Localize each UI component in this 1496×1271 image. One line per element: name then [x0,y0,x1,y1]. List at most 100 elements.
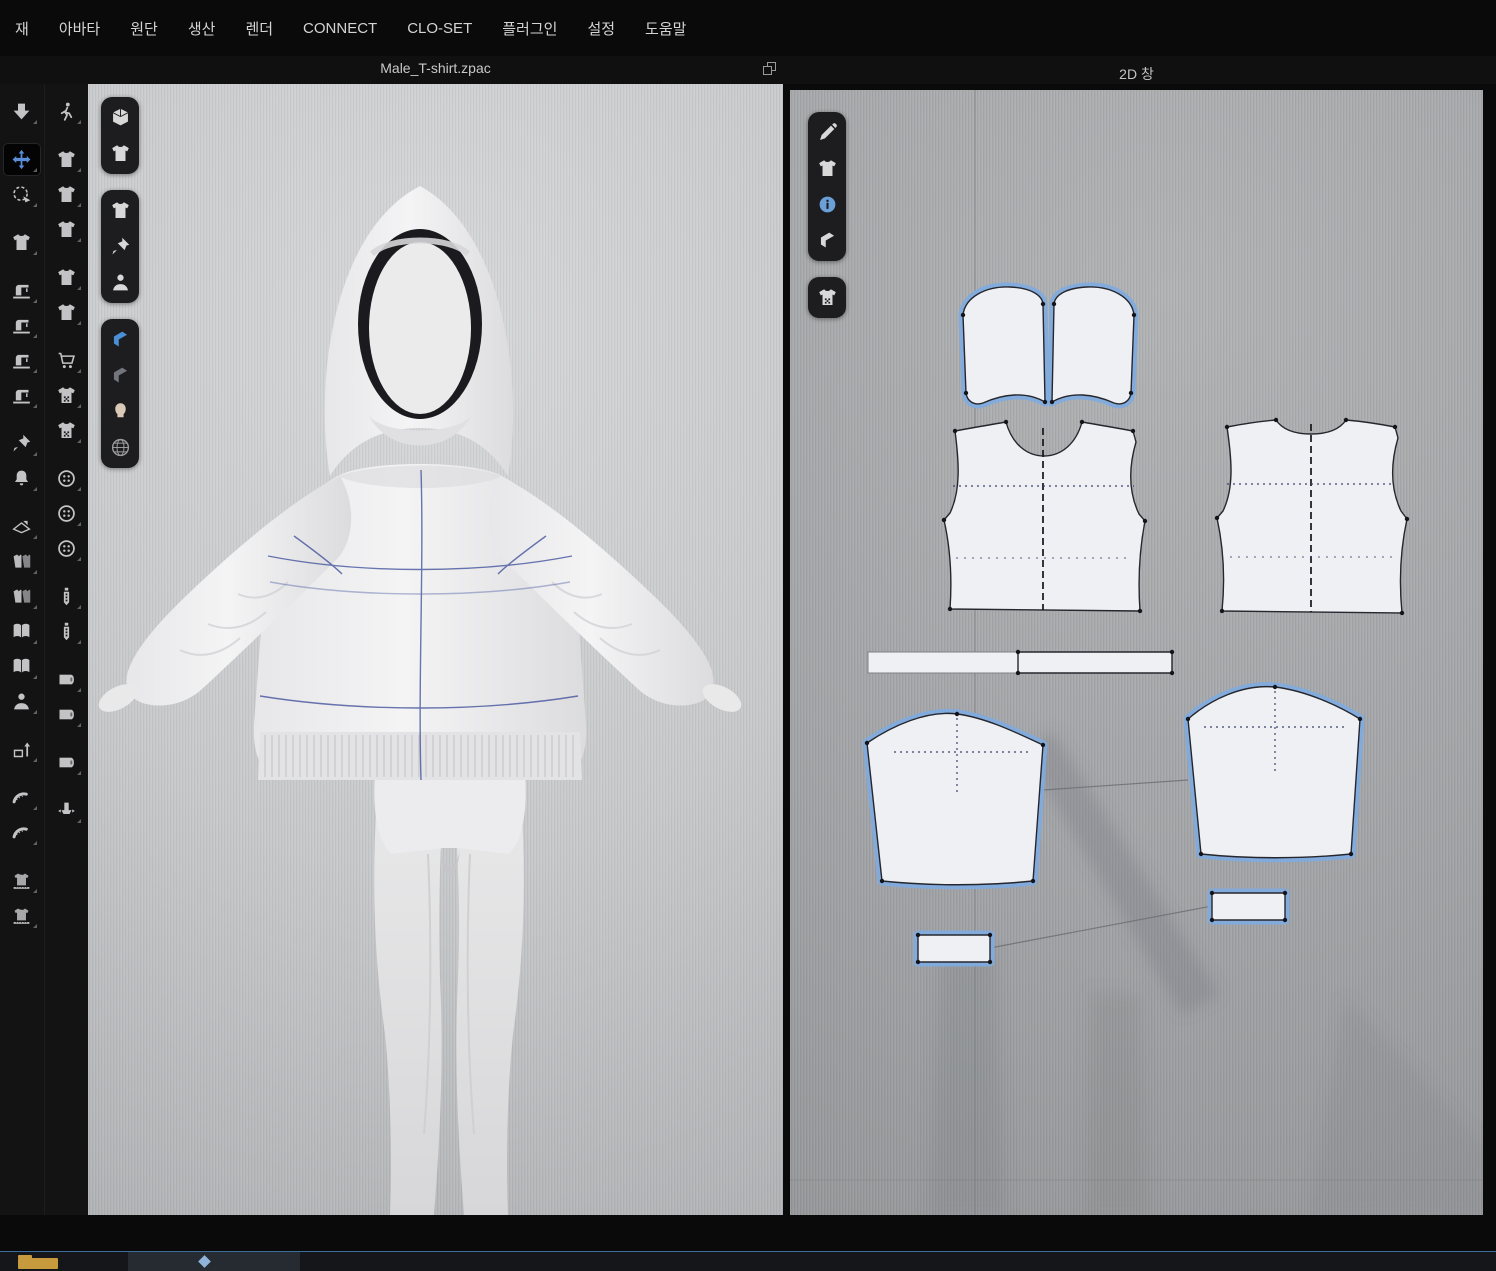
menu-item-production[interactable]: 생산 [173,18,231,39]
tool-segment-sewing[interactable] [4,310,40,341]
show-pattern-shirt[interactable] [813,156,841,181]
clo-logo-icon [198,1255,211,1268]
menu-item-partial[interactable]: 재 [0,18,44,39]
view3d-toolbar-group-3 [101,319,139,468]
pattern-piece-cuff-left[interactable] [918,935,990,962]
sidebar-column-2 [44,84,89,1215]
tool-pin[interactable] [4,428,40,459]
hoodie-hood[interactable] [325,186,513,476]
tool-simulate[interactable] [4,96,40,127]
tool-fabric-roll[interactable] [48,664,84,695]
show-avatar[interactable] [106,270,134,295]
pattern-2d-scene[interactable] [790,90,1483,1215]
menu-item-help[interactable]: 도움말 [630,18,701,39]
undock-window-icon[interactable] [763,62,775,74]
pattern-piece-sleeve-left[interactable] [867,713,1043,884]
menu-item-fabric[interactable]: 원단 [115,18,173,39]
viewport-3d[interactable] [88,84,783,1215]
menu-item-clo-set[interactable]: CLO-SET [392,20,487,37]
view3d-toolbar-group-2 [101,190,139,303]
menu-item-render[interactable]: 렌더 [230,18,288,39]
show-fabric-piece[interactable] [813,228,841,253]
view3d-floating-toolbar [101,97,139,468]
tool-select-move[interactable] [4,144,40,175]
menu-item-connect[interactable]: CONNECT [288,20,392,37]
tool-open-pattern[interactable] [4,616,40,647]
main-menubar: 재아바타원단생산렌더CONNECTCLO-SET플러그인설정도움말 [0,0,1496,56]
tool-fabric-roll-flat[interactable] [48,699,84,730]
tool-garment-brush-1[interactable] [48,144,84,175]
tool-garment-measure[interactable] [4,865,40,896]
taskbar-clo-app-icon[interactable] [128,1252,300,1271]
clo3d-application-window: 재아바타원단생산렌더CONNECTCLO-SET플러그인설정도움말 Male_T… [0,0,1496,1271]
tool-free-sewing[interactable] [4,345,40,376]
os-taskbar [0,1251,1496,1271]
pattern-piece-hood-left[interactable] [963,287,1045,404]
tool-select-lasso[interactable] [4,179,40,210]
tool-animation-walk[interactable] [48,96,84,127]
avatar-pelvis [374,774,526,854]
toggle-garment-sim[interactable] [106,141,134,166]
pattern-piece-front-bodice[interactable] [944,422,1145,611]
sidebar-column-1 [0,84,44,1215]
pattern-piece-hood-right[interactable] [1052,287,1134,404]
tool-tape-measure-edit[interactable] [4,817,40,848]
tool-garment-brush-5[interactable] [48,297,84,328]
view2d-toolbar-group-2 [808,277,846,318]
tool-zipper-edit[interactable] [48,616,84,647]
avatar-skin-head[interactable] [106,399,134,424]
tool-presser-foot[interactable] [48,795,84,826]
menu-item-avatar[interactable]: 아바타 [44,18,115,39]
tool-spray-cart[interactable] [48,345,84,376]
tool-tape-measure[interactable] [4,782,40,813]
tool-button[interactable] [48,498,84,529]
world-globe[interactable] [106,435,134,460]
tool-fit-map[interactable] [48,380,84,411]
menu-item-settings[interactable]: 설정 [572,18,630,39]
tool-fold-garment[interactable] [4,546,40,577]
avatar-face [369,242,471,414]
fabric-back-face[interactable] [106,363,134,388]
tool-fitting[interactable] [4,463,40,494]
tool-buttonhole-lock[interactable] [48,533,84,564]
view3d-title: Male_T-shirt.zpac [88,60,783,76]
pattern-piece-back-bodice[interactable] [1217,420,1407,613]
texture-pattern-shirt[interactable] [813,285,841,310]
tool-button-place[interactable] [48,463,84,494]
toggle-gizmo-cube[interactable] [106,105,134,130]
tool-garment-sewing[interactable] [4,380,40,411]
tool-open-pattern-alt[interactable] [4,651,40,682]
pattern-piece-cuff-right[interactable] [1212,893,1285,920]
view3d-toolbar-group-1 [101,97,139,174]
tool-fit-map-solid[interactable] [48,415,84,446]
fabric-front-face[interactable] [106,327,134,352]
menu-item-plugin[interactable]: 플러그인 [487,18,572,39]
pattern-piece-waistband-left[interactable] [868,652,1018,673]
tool-arrange-plane[interactable] [4,511,40,542]
pattern-piece-waistband-right[interactable] [1018,652,1172,673]
viewport-2d[interactable] [790,90,1483,1215]
view2d-title: 2D 창 [790,64,1483,84]
tool-garment-measure-arrow[interactable] [4,900,40,931]
tool-garment-brush-3[interactable] [48,214,84,245]
tool-garment-brush-4[interactable] [48,262,84,293]
avatar-3d-scene[interactable] [88,84,783,1215]
avatar-legs [374,799,524,1215]
view2d-floating-toolbar [808,112,846,318]
pattern-piece-sleeve-right[interactable] [1188,687,1360,858]
pin-garment[interactable] [106,234,134,259]
tool-dress-avatar[interactable] [4,686,40,717]
tool-garment-brush-2[interactable] [48,179,84,210]
tool-zipper[interactable] [48,581,84,612]
taskbar-folder-icon[interactable] [18,1258,58,1269]
tool-edit-sewing[interactable] [4,275,40,306]
tool-select-garment[interactable] [4,227,40,258]
edit-pattern-pen[interactable] [813,120,841,145]
view2d-toolbar-group-1 [808,112,846,261]
tool-layer-garment[interactable] [4,581,40,612]
left-tool-sidebar [0,84,88,1215]
show-garment[interactable] [106,198,134,223]
pattern-info[interactable] [813,192,841,217]
tool-scale-pattern[interactable] [4,734,40,765]
tool-fabric-roll-alt[interactable] [48,747,84,778]
